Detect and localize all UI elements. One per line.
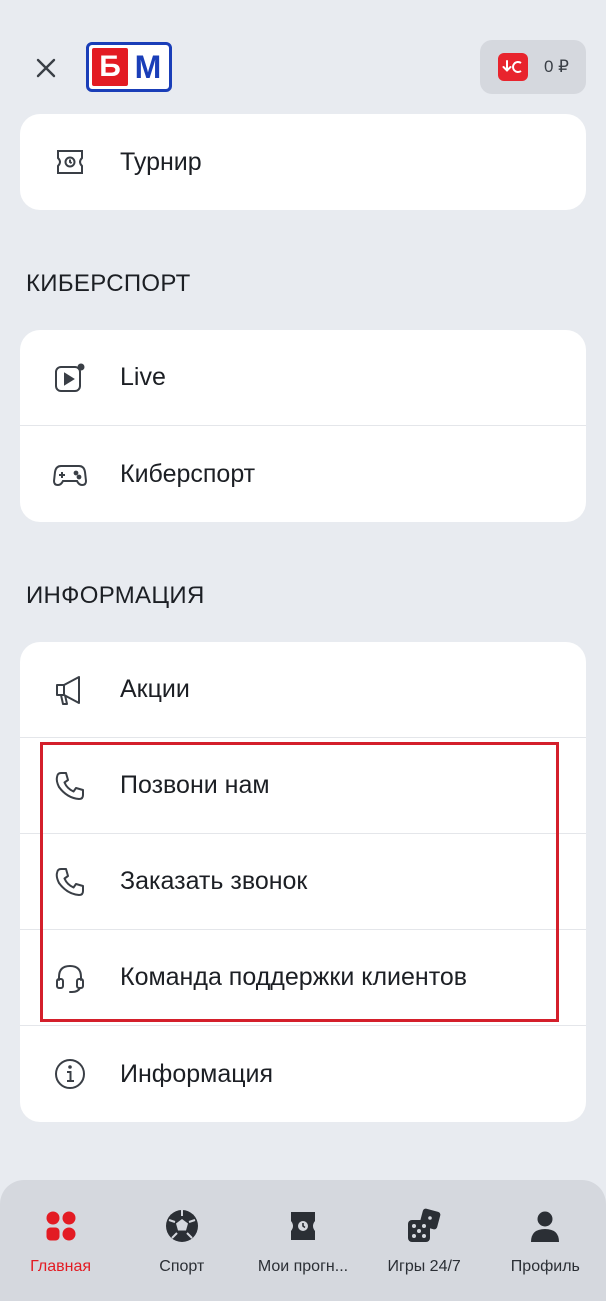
nav-item-profile[interactable]: Профиль [487, 1206, 603, 1276]
nav-item-home[interactable]: Главная [3, 1206, 119, 1276]
wallet-icon [498, 53, 528, 81]
menu-item-information[interactable]: Информация [20, 1026, 586, 1122]
bottom-navigation: Главная Спорт Мои прогн... Игры 24/7 Про… [0, 1180, 606, 1301]
user-icon [525, 1206, 565, 1246]
menu-item-request-call[interactable]: Заказать звонок [20, 834, 586, 930]
header: Б М 0 ₽ [0, 0, 606, 122]
tournament-icon [52, 144, 88, 180]
gamepad-icon [52, 456, 88, 492]
nav-label: Спорт [159, 1258, 205, 1275]
close-icon [36, 58, 56, 78]
info-icon [52, 1056, 88, 1092]
menu-item-label: Акции [120, 675, 190, 703]
menu-item-label: Команда поддержки клиентов [120, 963, 468, 991]
menu-item-tournament[interactable]: Турнир [20, 114, 586, 210]
menu-item-label: Заказать звонок [120, 867, 308, 895]
menu-item-promotions[interactable]: Акции [20, 642, 586, 738]
menu-item-esports[interactable]: Киберспорт [20, 426, 586, 522]
esports-card: Live Киберспорт [20, 330, 586, 522]
nav-label: Мои прогн... [257, 1258, 349, 1275]
tickets-icon [283, 1206, 323, 1246]
nav-item-sport[interactable]: Спорт [124, 1206, 240, 1276]
menu-item-live[interactable]: Live [20, 330, 586, 426]
logo-letter-b: Б [92, 48, 128, 86]
nav-label: Профиль [510, 1258, 580, 1275]
section-title-info: ИНФОРМАЦИЯ [26, 582, 205, 609]
menu-item-label: Киберспорт [120, 459, 256, 488]
tournament-card: Турнир [20, 114, 586, 210]
menu-item-label: Позвони нам [120, 771, 270, 799]
nav-item-games[interactable]: Игры 24/7 [366, 1206, 482, 1276]
dice-icon [404, 1206, 444, 1246]
brand-logo[interactable]: Б М [86, 42, 172, 92]
phone-icon [52, 768, 88, 804]
info-card: Акции Позвони нам Заказать звонок Команд… [20, 642, 586, 1122]
section-title-esports: КИБЕРСПОРТ [26, 270, 191, 297]
menu-item-call-us[interactable]: Позвони нам [20, 738, 586, 834]
menu-item-label: Информация [120, 1059, 274, 1088]
nav-item-my-predictions[interactable]: Мои прогн... [245, 1206, 361, 1276]
menu-item-label: Live [120, 363, 166, 391]
megaphone-icon [52, 672, 88, 708]
phone-icon [52, 864, 88, 900]
menu-item-label: Турнир [120, 147, 202, 176]
nav-label: Главная [30, 1258, 92, 1275]
nav-label: Игры 24/7 [387, 1258, 461, 1275]
balance-amount: 0 ₽ [544, 57, 569, 76]
balance-button[interactable]: 0 ₽ [480, 40, 586, 94]
headset-icon [52, 960, 88, 996]
logo-letter-m: М [134, 49, 162, 85]
close-button[interactable] [26, 48, 66, 88]
soccer-ball-icon [162, 1206, 202, 1246]
live-icon [52, 360, 88, 396]
menu-item-support-team[interactable]: Команда поддержки клиентов [20, 930, 586, 1026]
home-grid-icon [41, 1206, 81, 1246]
